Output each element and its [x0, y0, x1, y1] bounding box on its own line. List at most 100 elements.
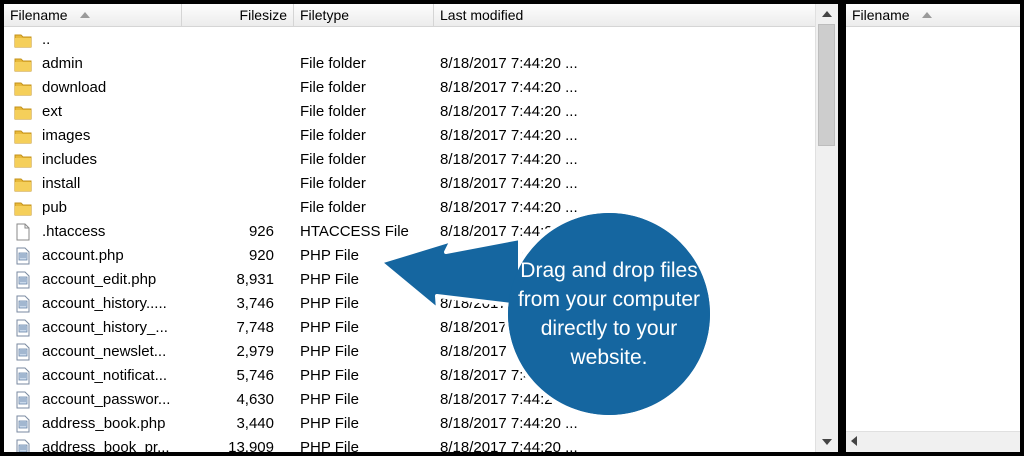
column-filename-right[interactable]: Filename: [846, 4, 1020, 26]
file-name: includes: [42, 151, 98, 168]
folder-icon: [14, 31, 32, 49]
scrollbar-thumb[interactable]: [818, 24, 835, 146]
column-header-bar-right: Filename: [846, 4, 1020, 27]
file-name: account_notificat...: [42, 367, 168, 384]
file-size: 920: [248, 247, 274, 264]
file-row[interactable]: address_book_pr... 13,909 PHP File 8/18/201…: [4, 436, 816, 452]
file-row[interactable]: ext File folder 8/18/2017 7:44:20 ...: [4, 100, 816, 124]
file-type: HTACCESS File: [300, 223, 409, 240]
vertical-scrollbar[interactable]: [815, 4, 838, 452]
file-type: PHP File: [300, 319, 359, 336]
file-type: PHP File: [300, 343, 359, 360]
file-name: address_book.php: [42, 415, 166, 432]
file-size: 5,746: [236, 367, 274, 384]
column-filename[interactable]: Filename: [4, 4, 182, 26]
php-file-icon: [14, 415, 32, 433]
file-modified: 8/18/2017 7:44:20 ...: [440, 439, 578, 452]
file-row[interactable]: ..: [4, 28, 816, 52]
folder-icon: [14, 175, 32, 193]
file-modified: 8/18/2017 7:44:20 ...: [440, 223, 578, 240]
file-type: PHP File: [300, 439, 359, 452]
horizontal-scrollbar[interactable]: [846, 431, 1020, 452]
folder-icon: [14, 79, 32, 97]
file-size: 3,746: [236, 295, 274, 312]
file-row[interactable]: pub File folder 8/18/2017 7:44:20 ...: [4, 196, 816, 220]
file-modified: 8/18/2017 7:44:20 ...: [440, 127, 578, 144]
scroll-down-button[interactable]: [817, 433, 837, 451]
file-modified: 8/18/2017 7:44:20 ...: [440, 151, 578, 168]
file-type: File folder: [300, 79, 366, 96]
file-icon: [14, 223, 32, 241]
file-size: 8,931: [236, 271, 274, 288]
file-type: PHP File: [300, 415, 359, 432]
file-size: 926: [248, 223, 274, 240]
file-name: address_book_pr...: [42, 439, 170, 452]
folder-icon: [14, 127, 32, 145]
column-header-bar: Filename Filesize Filetype Last modified: [4, 4, 838, 27]
file-name: images: [42, 127, 91, 144]
file-type: PHP File: [300, 271, 359, 288]
scroll-up-button[interactable]: [817, 5, 837, 23]
file-name: pub: [42, 199, 68, 216]
file-type: File folder: [300, 175, 366, 192]
file-type: PHP File: [300, 367, 359, 384]
php-file-icon: [14, 247, 32, 265]
file-modified: 8/18/2017 7:44:20 ...: [440, 79, 578, 96]
file-size: 2,979: [236, 343, 274, 360]
arrow-up-icon: [822, 11, 832, 17]
file-modified: 8/18/2017 7:44:20 ...: [440, 199, 578, 216]
file-name: account_history_...: [42, 319, 168, 336]
sort-ascending-icon: [79, 12, 90, 19]
arrow-down-icon: [822, 439, 832, 445]
php-file-icon: [14, 439, 32, 452]
php-file-icon: [14, 319, 32, 337]
arrow-left-icon: [851, 436, 857, 446]
file-name: account.php: [42, 247, 124, 264]
column-filesize[interactable]: Filesize: [182, 4, 294, 26]
folder-icon: [14, 103, 32, 121]
sort-ascending-icon: [921, 12, 932, 19]
file-size: 4,630: [236, 391, 274, 408]
file-name: account_newslet...: [42, 343, 167, 360]
file-name: ext: [42, 103, 63, 120]
file-row[interactable]: includes File folder 8/18/2017 7:44:20 ...: [4, 148, 816, 172]
folder-icon: [14, 151, 32, 169]
folder-icon: [14, 55, 32, 73]
file-row[interactable]: install File folder 8/18/2017 7:44:20 ...: [4, 172, 816, 196]
file-type: File folder: [300, 127, 366, 144]
file-row[interactable]: address_book.php 3,440 PHP File 8/18/2017 7…: [4, 412, 816, 436]
file-type: PHP File: [300, 295, 359, 312]
file-row[interactable]: download File folder 8/18/2017 7:44:20 ...: [4, 76, 816, 100]
file-type: File folder: [300, 103, 366, 120]
file-name: account_edit.php: [42, 271, 157, 288]
file-modified: 8/18/2017 7:44:20 ...: [440, 103, 578, 120]
file-name: ..: [42, 31, 51, 48]
column-last-modified[interactable]: Last modified: [434, 4, 816, 26]
file-row[interactable]: admin File folder 8/18/2017 7:44:20 ...: [4, 52, 816, 76]
file-row[interactable]: images File folder 8/18/2017 7:44:20 ...: [4, 124, 816, 148]
file-size: 7,748: [236, 319, 274, 336]
file-name: account_history.....: [42, 295, 167, 312]
file-modified: 8/18/2017 7:44:20 ...: [440, 391, 578, 408]
php-file-icon: [14, 343, 32, 361]
file-size: 3,440: [236, 415, 274, 432]
php-file-icon: [14, 391, 32, 409]
local-file-list: Filename: [846, 4, 1020, 452]
file-size: 13,909: [228, 439, 274, 452]
file-row[interactable]: account_passwor... 4,630 PHP File 8/18/2017…: [4, 388, 816, 412]
file-name: .htaccess: [42, 223, 106, 240]
screenshot-frame: Filename Filesize Filetype Last modified…: [0, 0, 1024, 456]
file-type: File folder: [300, 199, 366, 216]
file-type: PHP File: [300, 247, 359, 264]
file-row[interactable]: .htaccess 926 HTACCESS File 8/18/2017 7:44:…: [4, 220, 816, 244]
file-type: File folder: [300, 55, 366, 72]
column-filename-label: Filename: [10, 7, 68, 23]
file-modified: 8/18/2017 7:44:20 ...: [440, 415, 578, 432]
php-file-icon: [14, 367, 32, 385]
php-file-icon: [14, 295, 32, 313]
column-filetype[interactable]: Filetype: [294, 4, 434, 26]
file-name: install: [42, 175, 81, 192]
file-name: account_passwor...: [42, 391, 171, 408]
remote-file-list: Filename Filesize Filetype Last modified…: [4, 4, 838, 452]
file-name: download: [42, 79, 107, 96]
